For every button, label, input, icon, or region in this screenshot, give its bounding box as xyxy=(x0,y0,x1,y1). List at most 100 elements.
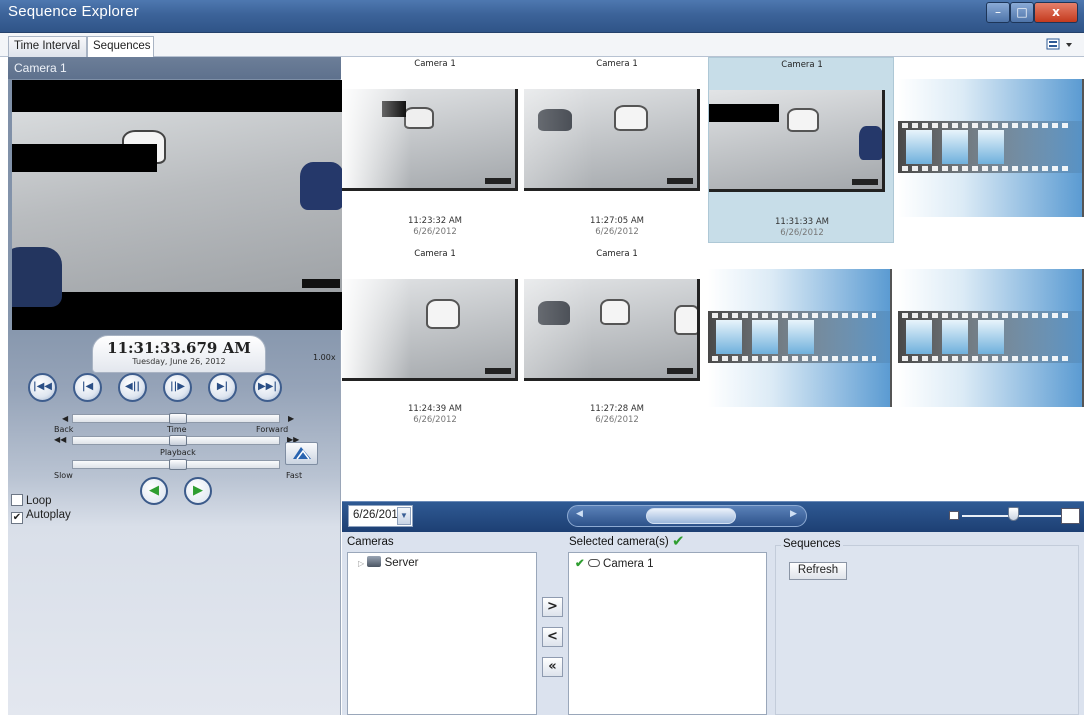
step-back-button[interactable]: ◀|| xyxy=(118,373,147,402)
thumbnail-image[interactable] xyxy=(524,279,700,381)
tab-strip: Time Interval Sequences xyxy=(0,33,1084,58)
video-frame xyxy=(12,112,342,307)
thumbnail-tile[interactable]: Camera 1 11:27:28 AM 6/26/2012 xyxy=(524,247,710,433)
fast-label: Fast xyxy=(286,471,303,480)
current-time: 11:31:33.679 AM xyxy=(107,339,251,357)
autoplay-checkbox[interactable]: ✔ Autoplay xyxy=(11,509,71,524)
tab-time-interval[interactable]: Time Interval xyxy=(8,36,87,57)
close-button[interactable]: x xyxy=(1034,2,1078,23)
cameras-tree[interactable]: ▷ Server xyxy=(347,552,537,715)
privacy-mask xyxy=(12,144,157,172)
export-icon xyxy=(292,447,311,460)
refresh-button[interactable]: Refresh xyxy=(789,562,847,580)
remove-all-cameras-button[interactable]: « xyxy=(542,657,563,677)
add-camera-button[interactable]: > xyxy=(542,597,563,617)
checkmark-icon: ✔ xyxy=(575,558,585,570)
thumbnail-camera-name: Camera 1 xyxy=(414,59,456,69)
time-slider-thumb[interactable] xyxy=(169,413,187,424)
empty-sequence-placeholder-icon xyxy=(898,79,1084,217)
timeline-scroll-thumb[interactable] xyxy=(646,508,736,524)
thumbnail-time: 11:31:33 AM xyxy=(774,217,830,227)
player-panel: Camera 1 11:31:33.679 AM Tuesday, June 2… xyxy=(8,57,342,715)
tree-expander-icon[interactable]: ▷ xyxy=(358,559,364,568)
tab-sequences[interactable]: Sequences xyxy=(87,36,154,58)
layout-menu-icon[interactable] xyxy=(1046,37,1078,53)
empty-sequence-placeholder-icon xyxy=(898,269,1084,407)
back-arrow-icon: ◀ xyxy=(62,414,69,423)
timestamp-display: 11:31:33.679 AM Tuesday, June 26, 2012 xyxy=(92,335,266,373)
thumbnail-time: 11:27:05 AM xyxy=(589,216,645,226)
scroll-right-icon[interactable]: ▶ xyxy=(790,509,797,519)
export-button[interactable] xyxy=(285,442,318,465)
time-slider[interactable] xyxy=(72,413,280,424)
date-picker[interactable]: 6/26/2012 ▼ xyxy=(348,505,413,527)
empty-sequence-placeholder-icon xyxy=(708,269,892,407)
slow-label: Slow xyxy=(54,471,73,480)
playback-slider[interactable] xyxy=(72,435,280,446)
thumbnail-tile[interactable]: Camera 1 11:23:32 AM 6/26/2012 xyxy=(342,57,528,243)
thumbnail-tile-selected[interactable]: Camera 1 11:31:33 AM 6/26/2012 xyxy=(708,57,894,243)
video-watermark xyxy=(302,279,340,288)
tree-item-server[interactable]: ▷ Server xyxy=(358,556,418,569)
last-frame-button[interactable]: ▶▶| xyxy=(253,373,282,402)
remove-camera-button[interactable]: < xyxy=(542,627,563,647)
next-sequence-button[interactable]: ▶| xyxy=(208,373,237,402)
loop-label: Loop xyxy=(26,495,52,507)
thumbnail-image[interactable] xyxy=(342,89,518,191)
loop-checkbox-box[interactable] xyxy=(11,494,23,506)
playback-slider-thumb[interactable] xyxy=(169,435,187,446)
car-blue xyxy=(300,162,342,210)
maximize-button[interactable]: □ xyxy=(1010,2,1034,23)
play-forward-button[interactable]: ▶ xyxy=(184,477,212,505)
first-frame-button[interactable]: |◀◀ xyxy=(28,373,57,402)
thumbnail-date: 6/26/2012 xyxy=(595,415,639,425)
forward-arrow-icon: ▶ xyxy=(288,414,295,423)
car-blue-bottom xyxy=(12,247,62,307)
step-forward-button[interactable]: ||▶ xyxy=(163,373,192,402)
zoom-slider-thumb[interactable] xyxy=(1008,507,1019,521)
zoom-out-icon[interactable] xyxy=(949,511,959,520)
window-title: Sequence Explorer xyxy=(8,3,139,20)
thumbnail-tile[interactable]: Camera 1 11:27:05 AM 6/26/2012 xyxy=(524,57,710,243)
selected-cameras-list[interactable]: ✔ Camera 1 xyxy=(568,552,767,715)
checkmark-icon: ✔ xyxy=(672,532,685,550)
thumbnail-date: 6/26/2012 xyxy=(413,227,457,237)
sequences-label: Sequences xyxy=(781,538,843,550)
back-label: Back xyxy=(54,425,74,434)
selected-camera-item[interactable]: ✔ Camera 1 xyxy=(575,556,654,570)
minimize-button[interactable]: – xyxy=(986,2,1010,23)
thumbnail-camera-name: Camera 1 xyxy=(596,59,638,69)
thumbnail-image[interactable] xyxy=(342,279,518,381)
thumbnail-tile[interactable]: Camera 1 11:24:39 AM 6/26/2012 xyxy=(342,247,528,433)
scroll-left-icon[interactable]: ◀ xyxy=(576,509,583,519)
previous-sequence-button[interactable]: |◀ xyxy=(73,373,102,402)
thumbnail-date: 6/26/2012 xyxy=(780,228,824,238)
speed-slider[interactable] xyxy=(72,459,280,470)
loop-checkbox[interactable]: Loop xyxy=(11,494,52,507)
thumbnail-camera-name: Camera 1 xyxy=(781,60,823,70)
playback-speed: 1.00x xyxy=(313,353,336,362)
autoplay-label: Autoplay xyxy=(26,509,71,521)
thumbnail-time: 11:27:28 AM xyxy=(589,404,645,414)
sequence-thumbnail-grid: Camera 1 11:23:32 AM 6/26/2012 Camera 1 … xyxy=(342,57,1084,501)
thumbnail-image[interactable] xyxy=(524,89,700,191)
thumbnail-time: 11:24:39 AM xyxy=(407,404,463,414)
speed-slider-thumb[interactable] xyxy=(169,459,187,470)
thumbnail-date: 6/26/2012 xyxy=(595,227,639,237)
camera-icon xyxy=(587,559,600,567)
playback-label: Playback xyxy=(160,448,196,457)
autoplay-checkbox-box[interactable]: ✔ xyxy=(11,512,23,524)
live-video-view[interactable] xyxy=(12,80,342,330)
selected-cameras-label: Selected camera(s) xyxy=(569,536,669,548)
timeline-scrollbar[interactable]: ◀ ▶ xyxy=(567,505,807,527)
time-label: Time xyxy=(167,425,187,434)
zoom-in-icon[interactable] xyxy=(1061,508,1080,524)
layout-icon xyxy=(1046,38,1072,50)
title-bar: Sequence Explorer – □ x xyxy=(0,0,1084,33)
thumbnail-image[interactable] xyxy=(709,90,885,192)
rewind-icon: ◀◀ xyxy=(54,435,67,444)
play-backward-button[interactable]: ◀ xyxy=(140,477,168,505)
chevron-down-icon[interactable]: ▼ xyxy=(397,507,411,525)
selected-camera-name: Camera 1 xyxy=(603,558,654,570)
thumbnail-camera-name: Camera 1 xyxy=(414,249,456,259)
